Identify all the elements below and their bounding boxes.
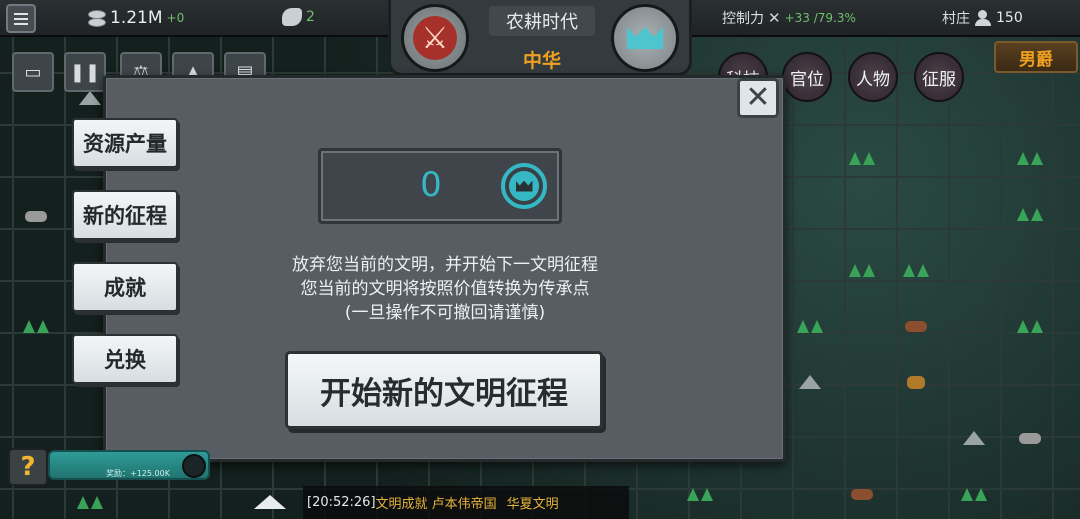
animal-tile (1004, 412, 1056, 464)
cattle-tile (836, 468, 888, 519)
reward-progress-bar[interactable]: 奖励：+125.00K (48, 450, 210, 480)
log-entry: 文明成就 卢本伟帝国 (375, 497, 497, 512)
crown-icon (501, 163, 547, 209)
log-timestamp: [20:52:26] (307, 495, 376, 510)
expand-log-arrow-icon[interactable] (254, 495, 286, 509)
close-button[interactable]: ✕ (737, 78, 779, 118)
characters-button[interactable]: 人物 (848, 52, 898, 102)
village-label: 村庄 (942, 11, 970, 27)
description-line-2: 您当前的文明将按照价值转换为传承点 (300, 279, 590, 299)
control-value: +33 /79.3% (784, 11, 856, 25)
crossed-swords-icon: ✕ (768, 9, 781, 27)
reward-label: 奖励：+125.00K (106, 469, 170, 478)
forest-tile (1004, 188, 1056, 240)
start-new-civilization-button[interactable]: 开始新的文明征程 (285, 351, 603, 429)
gold-delta: +0 (166, 11, 185, 25)
forest-tile (64, 476, 116, 519)
strength-stat: 2 (282, 8, 315, 26)
crown-icon (627, 27, 663, 49)
mountain-tile (784, 356, 836, 408)
people-icon (974, 10, 992, 26)
description-warning: (一旦操作不可撤回请谨慎) (344, 303, 546, 323)
menu-button[interactable] (6, 4, 36, 33)
civilization-header: ⚔ 农耕时代 中华 (388, 0, 692, 76)
gold-value: 1.21M (110, 8, 163, 28)
crossed-swords-icon: ⚔ (413, 16, 457, 60)
control-label: 控制力 (722, 11, 764, 27)
pause-button[interactable]: ❚❚ (64, 52, 106, 92)
coins-icon (86, 9, 106, 27)
horse-tile (890, 356, 942, 408)
forest-tile (890, 244, 942, 296)
hamburger-icon (14, 12, 28, 15)
legacy-points-display: 0 (318, 148, 562, 224)
reward-indicator (182, 454, 206, 478)
tab-new-journey[interactable]: 新的征程 (72, 190, 178, 240)
description-line-1: 放弃您当前的文明，并开始下一文明征程 (292, 255, 598, 275)
legacy-points-value: 0 (420, 165, 442, 205)
gold-stat: 1.21M +0 (86, 8, 184, 28)
strength-value: 2 (306, 9, 315, 25)
civilization-name: 中华 (522, 49, 561, 72)
official-rank-button[interactable]: 官位 (782, 52, 832, 102)
era-label: 农耕时代 (489, 6, 595, 36)
tab-resource-output[interactable]: 资源产量 (72, 118, 178, 168)
cattle-tile (890, 300, 942, 352)
help-button[interactable]: ? (8, 448, 48, 486)
forest-tile (1004, 132, 1056, 184)
forest-tile (1004, 300, 1056, 352)
village-value: 150 (996, 10, 1023, 26)
pause-icon: ❚❚ (69, 61, 101, 83)
control-stat: 控制力 ✕ +33 /79.3% (722, 8, 856, 28)
arm-icon (282, 8, 302, 26)
conquest-button[interactable]: 征服 (914, 52, 964, 102)
forest-tile (836, 132, 888, 184)
animal-tile (10, 190, 62, 242)
crown-emblem-button[interactable] (611, 4, 679, 72)
village-stat: 村庄 150 (942, 8, 1023, 28)
mountain-tile (948, 412, 1000, 464)
noble-rank-badge[interactable]: 男爵 (994, 41, 1078, 73)
tab-exchange[interactable]: 兑换 (72, 334, 178, 384)
event-log[interactable]: [20:52:26] 文明成就 卢本伟帝国 华夏文明 (303, 486, 629, 519)
close-icon: ✕ (745, 80, 771, 115)
log-entry: 华夏文明 (506, 497, 559, 512)
war-emblem-button[interactable]: ⚔ (401, 4, 469, 72)
forest-tile (948, 468, 1000, 519)
forest-tile (674, 468, 726, 519)
scroll-button[interactable]: ▭ (12, 52, 54, 92)
